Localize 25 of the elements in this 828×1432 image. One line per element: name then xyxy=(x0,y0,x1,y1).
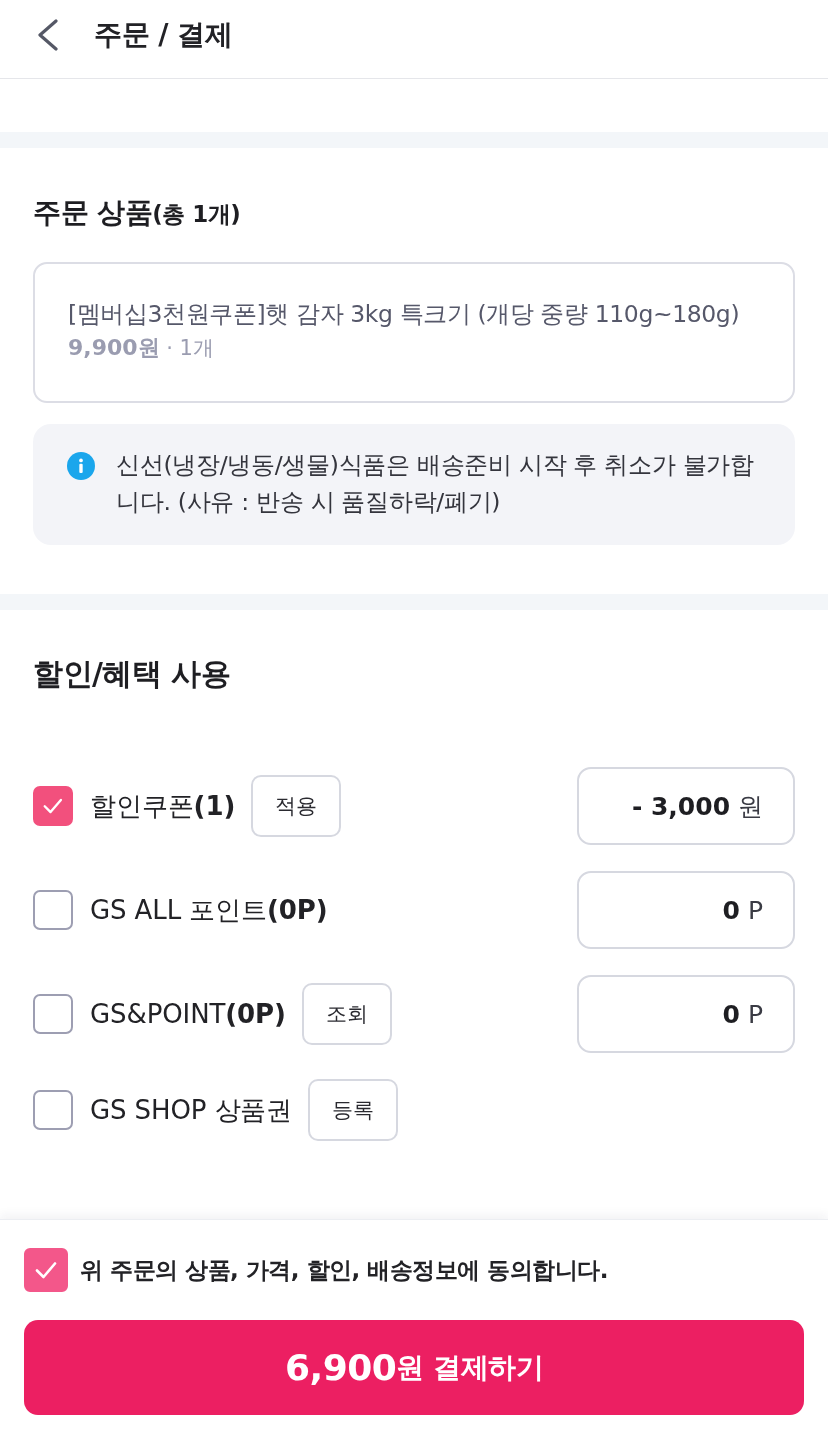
action-button[interactable]: 등록 xyxy=(308,1079,399,1141)
product-price: 9,900원 · 1개 xyxy=(68,334,215,362)
benefit-label: 할인쿠폰(1) xyxy=(90,789,236,823)
pay-button[interactable]: 6,900원 결제하기 xyxy=(24,1320,804,1415)
section-title: 주문 상품(총 1개) xyxy=(33,195,242,231)
checkbox[interactable] xyxy=(33,890,73,930)
benefit-label: GS ALL 포인트(0P) xyxy=(90,893,328,927)
amount-field[interactable]: 0 P xyxy=(577,871,795,949)
notice-text: 신선(냉장/냉동/생물)식품은 배송준비 시작 후 취소가 불가합니다. (사유 : 반송 시 품질하락/폐기) xyxy=(116,450,755,518)
page-title: 주문 / 결제 xyxy=(94,17,233,53)
agreement-text: 위 주문의 상품, 가격, 할인, 배송정보에 동의합니다. xyxy=(80,1255,608,1285)
checkbox[interactable] xyxy=(33,1090,73,1130)
amount-field[interactable]: - 3,000 원 xyxy=(577,767,795,845)
section-title: 할인/혜택 사용 xyxy=(33,655,232,693)
benefit-label: GS&POINT(0P) xyxy=(90,999,286,1029)
checkbox[interactable] xyxy=(24,1248,68,1292)
action-button[interactable]: 적용 xyxy=(251,775,342,837)
action-button[interactable]: 조회 xyxy=(301,983,392,1045)
benefit-label: GS SHOP 상품권 xyxy=(90,1093,293,1127)
checkbox[interactable] xyxy=(33,786,73,826)
checkbox[interactable] xyxy=(33,994,73,1034)
info-icon xyxy=(67,452,95,480)
back-icon[interactable] xyxy=(37,19,59,51)
amount-field[interactable]: 0 P xyxy=(577,975,795,1053)
product-name: [멤버십3천원쿠폰]햇 감자 3kg 특크기 (개당 중량 110g~180g) xyxy=(68,299,741,330)
